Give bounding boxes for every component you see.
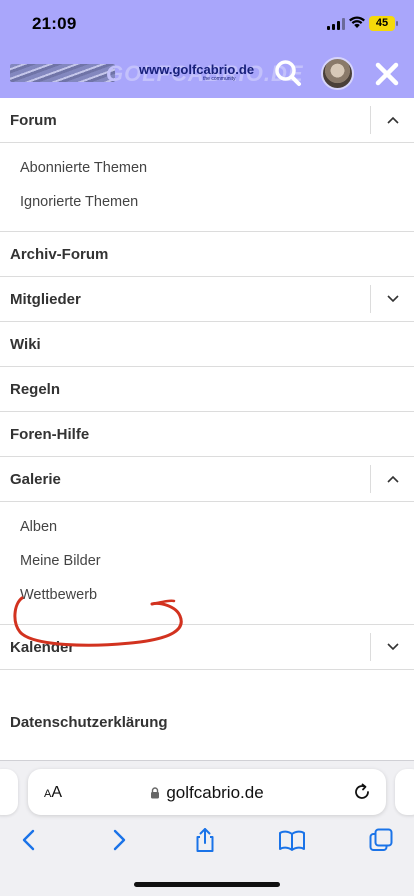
close-icon[interactable]	[374, 61, 400, 87]
reload-icon[interactable]	[352, 782, 372, 802]
menu-item-label: Foren-Hilfe	[10, 425, 90, 443]
menu-item-kalender[interactable]: Kalender	[0, 625, 414, 670]
logo-text: www.golfcabrio.de	[139, 62, 255, 77]
site-logo[interactable]: GOLFCABRIO.DE www.golfcabrio.de the comm…	[10, 61, 303, 86]
menu-spacer	[0, 670, 414, 700]
menu-item-label: Forum	[10, 111, 57, 129]
menu-item-label: Datenschutzerklärung	[10, 714, 168, 731]
url-text: golfcabrio.de	[166, 783, 264, 802]
bookmarks-icon[interactable]	[278, 826, 306, 854]
wifi-icon	[349, 16, 365, 28]
expand-toggle-kalender[interactable]	[370, 633, 414, 661]
back-icon[interactable]	[15, 826, 43, 854]
search-icon[interactable]	[273, 58, 303, 88]
expand-toggle-mitglieder[interactable]	[370, 285, 414, 313]
navigation-menu: Forum Abonnierte Themen Ignorierte Theme…	[0, 98, 414, 745]
address-bar[interactable]: AA golfcabrio.de	[28, 769, 386, 815]
chevron-down-icon	[386, 643, 399, 651]
menu-item-foren-hilfe[interactable]: Foren-Hilfe	[0, 412, 414, 457]
tabs-icon[interactable]	[367, 826, 395, 854]
site-header: GOLFCABRIO.DE www.golfcabrio.de the comm…	[0, 48, 414, 98]
menu-item-label: Kalender	[10, 638, 75, 656]
menu-item-label: Galerie	[10, 470, 61, 488]
collapse-toggle-forum[interactable]	[370, 106, 414, 134]
submenu-forum: Abonnierte Themen Ignorierte Themen	[0, 143, 414, 232]
menu-item-label: Regeln	[10, 380, 61, 398]
logo-subtext: the community	[203, 76, 236, 82]
logo-car-image	[10, 64, 115, 82]
chevron-up-icon	[386, 116, 399, 124]
lock-icon	[151, 787, 160, 799]
user-avatar[interactable]	[321, 57, 354, 90]
signal-icon	[327, 18, 345, 30]
chevron-up-icon	[386, 475, 399, 483]
menu-item-datenschutzerklaerung[interactable]: Datenschutzerklärung	[0, 700, 414, 745]
menu-item-label: Wiki	[10, 335, 41, 353]
battery-tip	[396, 21, 398, 26]
home-indicator	[134, 882, 280, 887]
previous-tab-preview[interactable]	[0, 769, 18, 815]
menu-item-galerie[interactable]: Galerie	[0, 457, 414, 502]
share-icon[interactable]	[191, 826, 219, 854]
submenu-item-meine-bilder[interactable]: Meine Bilder	[0, 544, 414, 578]
collapse-toggle-galerie[interactable]	[370, 465, 414, 493]
battery-indicator: 45	[369, 16, 395, 31]
menu-item-label: Archiv-Forum	[10, 245, 109, 263]
chevron-down-icon	[386, 295, 399, 303]
menu-item-regeln[interactable]: Regeln	[0, 367, 414, 412]
submenu-galerie: Alben Meine Bilder Wettbewerb	[0, 502, 414, 625]
menu-item-label: Mitglieder	[10, 290, 81, 308]
menu-item-wiki[interactable]: Wiki	[0, 322, 414, 367]
submenu-item-wettbewerb[interactable]: Wettbewerb	[0, 578, 414, 612]
menu-item-archiv-forum[interactable]: Archiv-Forum	[0, 232, 414, 277]
menu-item-forum[interactable]: Forum	[0, 98, 414, 143]
submenu-item-abonnierte-themen[interactable]: Abonnierte Themen	[0, 151, 414, 185]
menu-item-mitglieder[interactable]: Mitglieder	[0, 277, 414, 322]
status-time: 21:09	[32, 14, 77, 33]
forward-icon[interactable]	[105, 826, 133, 854]
next-tab-preview[interactable]	[395, 769, 414, 815]
status-bar: 21:09 45	[0, 0, 414, 48]
submenu-item-alben[interactable]: Alben	[0, 510, 414, 544]
url-display[interactable]: golfcabrio.de	[28, 783, 386, 803]
submenu-item-ignorierte-themen[interactable]: Ignorierte Themen	[0, 185, 414, 219]
